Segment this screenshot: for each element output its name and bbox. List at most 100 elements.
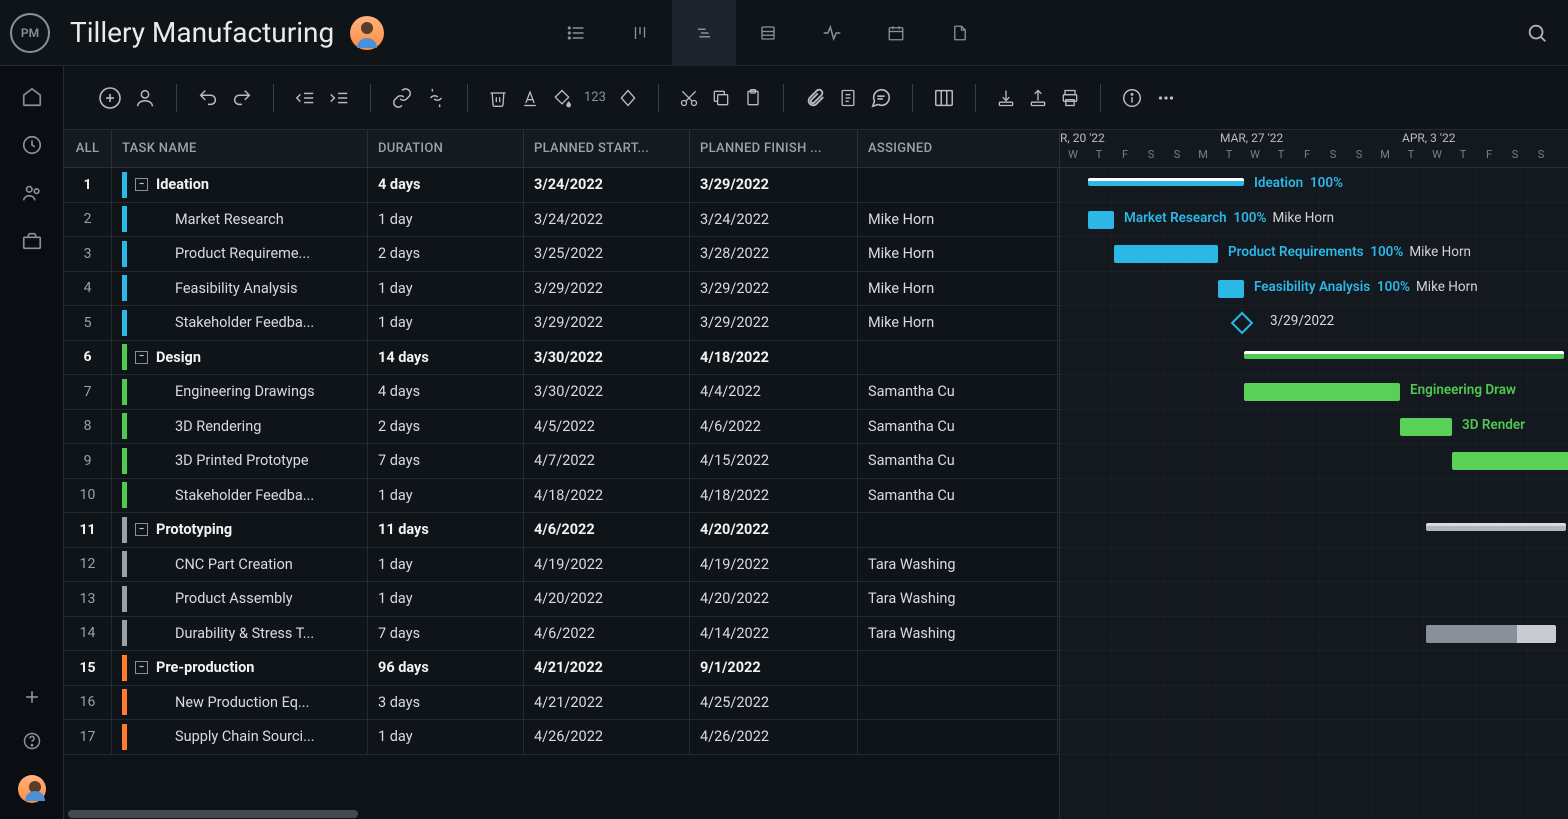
- finish-cell[interactable]: 4/26/2022: [690, 720, 858, 754]
- col-header-start[interactable]: PLANNED START...: [524, 130, 690, 167]
- task-name-cell[interactable]: Durability & Stress T...: [112, 617, 368, 651]
- assigned-cell[interactable]: Tara Washing: [858, 548, 1058, 582]
- view-gantt-icon[interactable]: [672, 0, 736, 66]
- help-icon[interactable]: [22, 731, 42, 751]
- start-cell[interactable]: 3/29/2022: [524, 306, 690, 340]
- gantt-bar[interactable]: [1400, 418, 1452, 436]
- assigned-cell[interactable]: Samantha Cu: [858, 375, 1058, 409]
- start-cell[interactable]: 4/6/2022: [524, 617, 690, 651]
- gantt-row[interactable]: [1060, 513, 1568, 548]
- table-row[interactable]: 6 −Design 14 days 3/30/2022 4/18/2022: [64, 341, 1059, 376]
- table-row[interactable]: 2 Market Research 1 day 3/24/2022 3/24/2…: [64, 203, 1059, 238]
- start-cell[interactable]: 3/30/2022: [524, 375, 690, 409]
- add-icon[interactable]: [22, 687, 42, 707]
- table-row[interactable]: 9 3D Printed Prototype 7 days 4/7/2022 4…: [64, 444, 1059, 479]
- finish-cell[interactable]: 4/6/2022: [690, 410, 858, 444]
- view-board-icon[interactable]: [608, 0, 672, 66]
- table-row[interactable]: 4 Feasibility Analysis 1 day 3/29/2022 3…: [64, 272, 1059, 307]
- duration-cell[interactable]: 1 day: [368, 582, 524, 616]
- finish-cell[interactable]: 9/1/2022: [690, 651, 858, 685]
- gantt-bar[interactable]: [1452, 452, 1568, 470]
- task-name-cell[interactable]: Product Assembly: [112, 582, 368, 616]
- table-row[interactable]: 16 New Production Eq... 3 days 4/21/2022…: [64, 686, 1059, 721]
- gantt-row[interactable]: [1060, 548, 1568, 583]
- grid-scrollbar[interactable]: [64, 809, 1059, 819]
- finish-cell[interactable]: 3/29/2022: [690, 272, 858, 306]
- task-name-cell[interactable]: Product Requireme...: [112, 237, 368, 271]
- export-icon[interactable]: [1028, 88, 1048, 108]
- assigned-cell[interactable]: Mike Horn: [858, 237, 1058, 271]
- search-icon[interactable]: [1526, 22, 1548, 44]
- gantt-row[interactable]: Product Requirements 100%Mike Horn: [1060, 237, 1568, 272]
- task-name-cell[interactable]: Stakeholder Feedba...: [112, 479, 368, 513]
- start-cell[interactable]: 4/19/2022: [524, 548, 690, 582]
- view-activity-icon[interactable]: [800, 0, 864, 66]
- duration-cell[interactable]: 1 day: [368, 203, 524, 237]
- more-icon[interactable]: [1155, 87, 1177, 109]
- start-cell[interactable]: 4/21/2022: [524, 651, 690, 685]
- print-icon[interactable]: [1060, 88, 1080, 108]
- assigned-cell[interactable]: [858, 651, 1058, 685]
- gantt-bar[interactable]: [1088, 178, 1244, 186]
- clock-icon[interactable]: [21, 134, 43, 156]
- col-header-duration[interactable]: DURATION: [368, 130, 524, 167]
- indent-icon[interactable]: [328, 87, 350, 109]
- gantt-bar[interactable]: [1088, 211, 1114, 229]
- gantt-row[interactable]: [1060, 720, 1568, 755]
- task-name-cell[interactable]: −Pre-production: [112, 651, 368, 685]
- finish-cell[interactable]: 4/20/2022: [690, 513, 858, 547]
- task-name-cell[interactable]: −Design: [112, 341, 368, 375]
- duration-cell[interactable]: 2 days: [368, 410, 524, 444]
- table-row[interactable]: 3 Product Requireme... 2 days 3/25/2022 …: [64, 237, 1059, 272]
- duration-cell[interactable]: 1 day: [368, 548, 524, 582]
- gantt-row[interactable]: 3D Render: [1060, 410, 1568, 445]
- gantt-row[interactable]: [1060, 686, 1568, 721]
- view-list-icon[interactable]: [544, 0, 608, 66]
- gantt-bar[interactable]: [1114, 245, 1218, 263]
- finish-cell[interactable]: 3/29/2022: [690, 168, 858, 202]
- paste-icon[interactable]: [743, 88, 763, 108]
- gantt-bar[interactable]: [1426, 523, 1566, 531]
- task-name-cell[interactable]: 3D Printed Prototype: [112, 444, 368, 478]
- table-row[interactable]: 17 Supply Chain Sourci... 1 day 4/26/202…: [64, 720, 1059, 755]
- duration-cell[interactable]: 1 day: [368, 479, 524, 513]
- assigned-cell[interactable]: Tara Washing: [858, 582, 1058, 616]
- assigned-cell[interactable]: [858, 168, 1058, 202]
- home-icon[interactable]: [21, 86, 43, 108]
- finish-cell[interactable]: 4/20/2022: [690, 582, 858, 616]
- start-cell[interactable]: 3/30/2022: [524, 341, 690, 375]
- table-row[interactable]: 5 Stakeholder Feedba... 1 day 3/29/2022 …: [64, 306, 1059, 341]
- trash-icon[interactable]: [488, 88, 508, 108]
- start-cell[interactable]: 4/20/2022: [524, 582, 690, 616]
- task-name-cell[interactable]: −Prototyping: [112, 513, 368, 547]
- gantt-bar[interactable]: [1244, 351, 1564, 359]
- finish-cell[interactable]: 4/18/2022: [690, 479, 858, 513]
- diamond-icon[interactable]: [618, 88, 638, 108]
- gantt-row[interactable]: Engineering Draw: [1060, 375, 1568, 410]
- gantt-row[interactable]: Feasibility Analysis 100%Mike Horn: [1060, 272, 1568, 307]
- assigned-cell[interactable]: Mike Horn: [858, 272, 1058, 306]
- assigned-cell[interactable]: [858, 513, 1058, 547]
- gantt-row[interactable]: [1060, 479, 1568, 514]
- start-cell[interactable]: 3/29/2022: [524, 272, 690, 306]
- task-name-cell[interactable]: Stakeholder Feedba...: [112, 306, 368, 340]
- finish-cell[interactable]: 4/15/2022: [690, 444, 858, 478]
- briefcase-icon[interactable]: [21, 230, 43, 252]
- assigned-cell[interactable]: Samantha Cu: [858, 410, 1058, 444]
- cut-icon[interactable]: [679, 88, 699, 108]
- duration-cell[interactable]: 4 days: [368, 375, 524, 409]
- unlink-icon[interactable]: [425, 87, 447, 109]
- gantt-row[interactable]: [1060, 341, 1568, 376]
- start-cell[interactable]: 4/18/2022: [524, 479, 690, 513]
- gantt-row[interactable]: Ideation 100%: [1060, 168, 1568, 203]
- finish-cell[interactable]: 3/24/2022: [690, 203, 858, 237]
- comment-icon[interactable]: [870, 87, 892, 109]
- gantt-row[interactable]: [1060, 582, 1568, 617]
- person-icon[interactable]: [134, 87, 156, 109]
- duration-cell[interactable]: 96 days: [368, 651, 524, 685]
- task-name-cell[interactable]: 3D Rendering: [112, 410, 368, 444]
- assigned-cell[interactable]: Samantha Cu: [858, 479, 1058, 513]
- finish-cell[interactable]: 3/28/2022: [690, 237, 858, 271]
- task-name-cell[interactable]: Market Research: [112, 203, 368, 237]
- link-icon[interactable]: [391, 87, 413, 109]
